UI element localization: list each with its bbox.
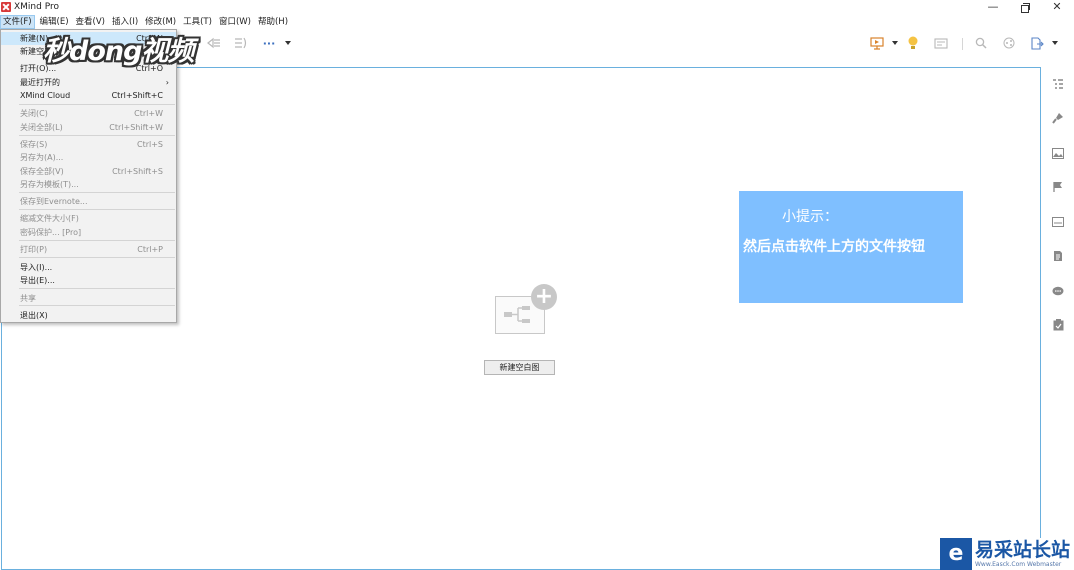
menu-item-save-as[interactable]: 另存为(A)... — [1, 151, 176, 164]
menu-modify[interactable]: 修改(M) — [143, 15, 178, 29]
site-watermark: e 易采站长站 Www.Easck.Com Webmaster — [940, 538, 1074, 570]
menu-item-xmind-cloud[interactable]: XMind Cloud Ctrl+Shift+C — [1, 89, 176, 102]
video-watermark: 秒dong视频 — [43, 36, 194, 67]
zen-mode-icon[interactable] — [933, 36, 949, 50]
restore-button[interactable] — [1010, 0, 1040, 14]
menu-help[interactable]: 帮助(H) — [256, 15, 290, 29]
notes-icon[interactable] — [1051, 249, 1065, 263]
presentation-icon[interactable] — [869, 36, 885, 50]
more-icon[interactable]: ··· — [261, 36, 277, 50]
format-brush-icon[interactable] — [1051, 111, 1065, 125]
export-dropdown-icon[interactable] — [1052, 41, 1058, 45]
menu-separator — [19, 305, 175, 306]
window-title: XMind Pro — [14, 2, 59, 12]
menu-item-save-as-template[interactable]: 另存为模板(T)... — [1, 178, 176, 191]
menu-item-export[interactable]: 导出(E)... — [1, 274, 176, 287]
menu-separator — [19, 240, 175, 241]
outline-icon[interactable] — [1051, 77, 1065, 91]
menu-item-save[interactable]: 保存(S) Ctrl+S — [1, 138, 176, 151]
title-bar: XMind Pro — ✕ — [0, 0, 1074, 14]
menu-tools[interactable]: 工具(T) — [181, 15, 214, 29]
menu-separator — [19, 209, 175, 210]
relationship-icon[interactable] — [206, 36, 222, 50]
menu-item-share[interactable]: 共享 — [1, 292, 176, 305]
menu-bar: 文件(F) 编辑(E) 查看(V) 插入(I) 修改(M) 工具(T) 窗口(W… — [0, 15, 1074, 29]
site-watermark-subtext: Www.Easck.Com Webmaster — [975, 561, 1062, 568]
menu-edit[interactable]: 编辑(E) — [38, 15, 71, 29]
new-map-placeholder[interactable]: + — [495, 284, 557, 336]
menu-item-save-to-evernote[interactable]: 保存到Evernote... — [1, 195, 176, 208]
share-icon[interactable] — [1002, 36, 1016, 50]
right-sidebar — [1043, 67, 1074, 570]
more-dropdown-icon[interactable] — [285, 41, 291, 45]
tip-title: 小提示： — [782, 209, 838, 225]
search-icon[interactable] — [974, 36, 988, 50]
menu-item-recent[interactable]: 最近打开的 › — [1, 76, 176, 89]
menu-insert[interactable]: 插入(I) — [110, 15, 140, 29]
comments-icon[interactable] — [1051, 284, 1065, 298]
image-icon[interactable] — [1051, 146, 1065, 160]
menu-separator — [19, 192, 175, 193]
summary-icon[interactable] — [233, 36, 249, 50]
close-button[interactable]: ✕ — [1042, 0, 1072, 14]
menu-item-password-protect[interactable]: 密码保护... [Pro] — [1, 226, 176, 239]
menu-separator — [19, 135, 175, 136]
tip-text: 然后点击软件上方的文件按钮 — [743, 239, 925, 255]
minimize-button[interactable]: — — [978, 0, 1008, 14]
tip-box: 小提示： 然后点击软件上方的文件按钮 — [739, 191, 963, 303]
menu-item-import[interactable]: 导入(I)... — [1, 261, 176, 274]
menu-item-close-all[interactable]: 关闭全部(L) Ctrl+Shift+W — [1, 121, 176, 134]
presentation-dropdown-icon[interactable] — [892, 41, 898, 45]
menu-item-exit[interactable]: 退出(X) — [1, 309, 176, 322]
menu-separator — [19, 288, 175, 289]
menu-window[interactable]: 窗口(W) — [217, 15, 253, 29]
menu-item-close[interactable]: 关闭(C) Ctrl+W — [1, 107, 176, 120]
menu-file[interactable]: 文件(F) — [0, 15, 35, 29]
add-icon: + — [531, 284, 557, 310]
site-watermark-text: 易采站长站 — [975, 539, 1071, 561]
menu-separator — [19, 257, 175, 258]
restore-icon — [1020, 2, 1030, 13]
label-icon[interactable] — [1051, 215, 1065, 229]
menu-view[interactable]: 查看(V) — [74, 15, 107, 29]
toolbar-separator — [962, 38, 963, 50]
marker-flag-icon[interactable] — [1051, 180, 1065, 194]
menu-item-save-all[interactable]: 保存全部(V) Ctrl+Shift+S — [1, 165, 176, 178]
site-logo-icon: e — [940, 538, 972, 570]
new-blank-map-button[interactable]: 新建空白图 — [484, 360, 555, 375]
menu-item-reduce-file-size[interactable]: 缩减文件大小(F) — [1, 212, 176, 225]
submenu-arrow-icon: › — [165, 78, 169, 87]
menu-separator — [19, 104, 175, 105]
idea-bulb-icon[interactable] — [906, 36, 920, 50]
menu-item-print[interactable]: 打印(P) Ctrl+P — [1, 243, 176, 256]
export-icon[interactable] — [1029, 36, 1045, 50]
task-icon[interactable] — [1051, 318, 1065, 332]
xmind-logo-icon — [1, 2, 11, 12]
